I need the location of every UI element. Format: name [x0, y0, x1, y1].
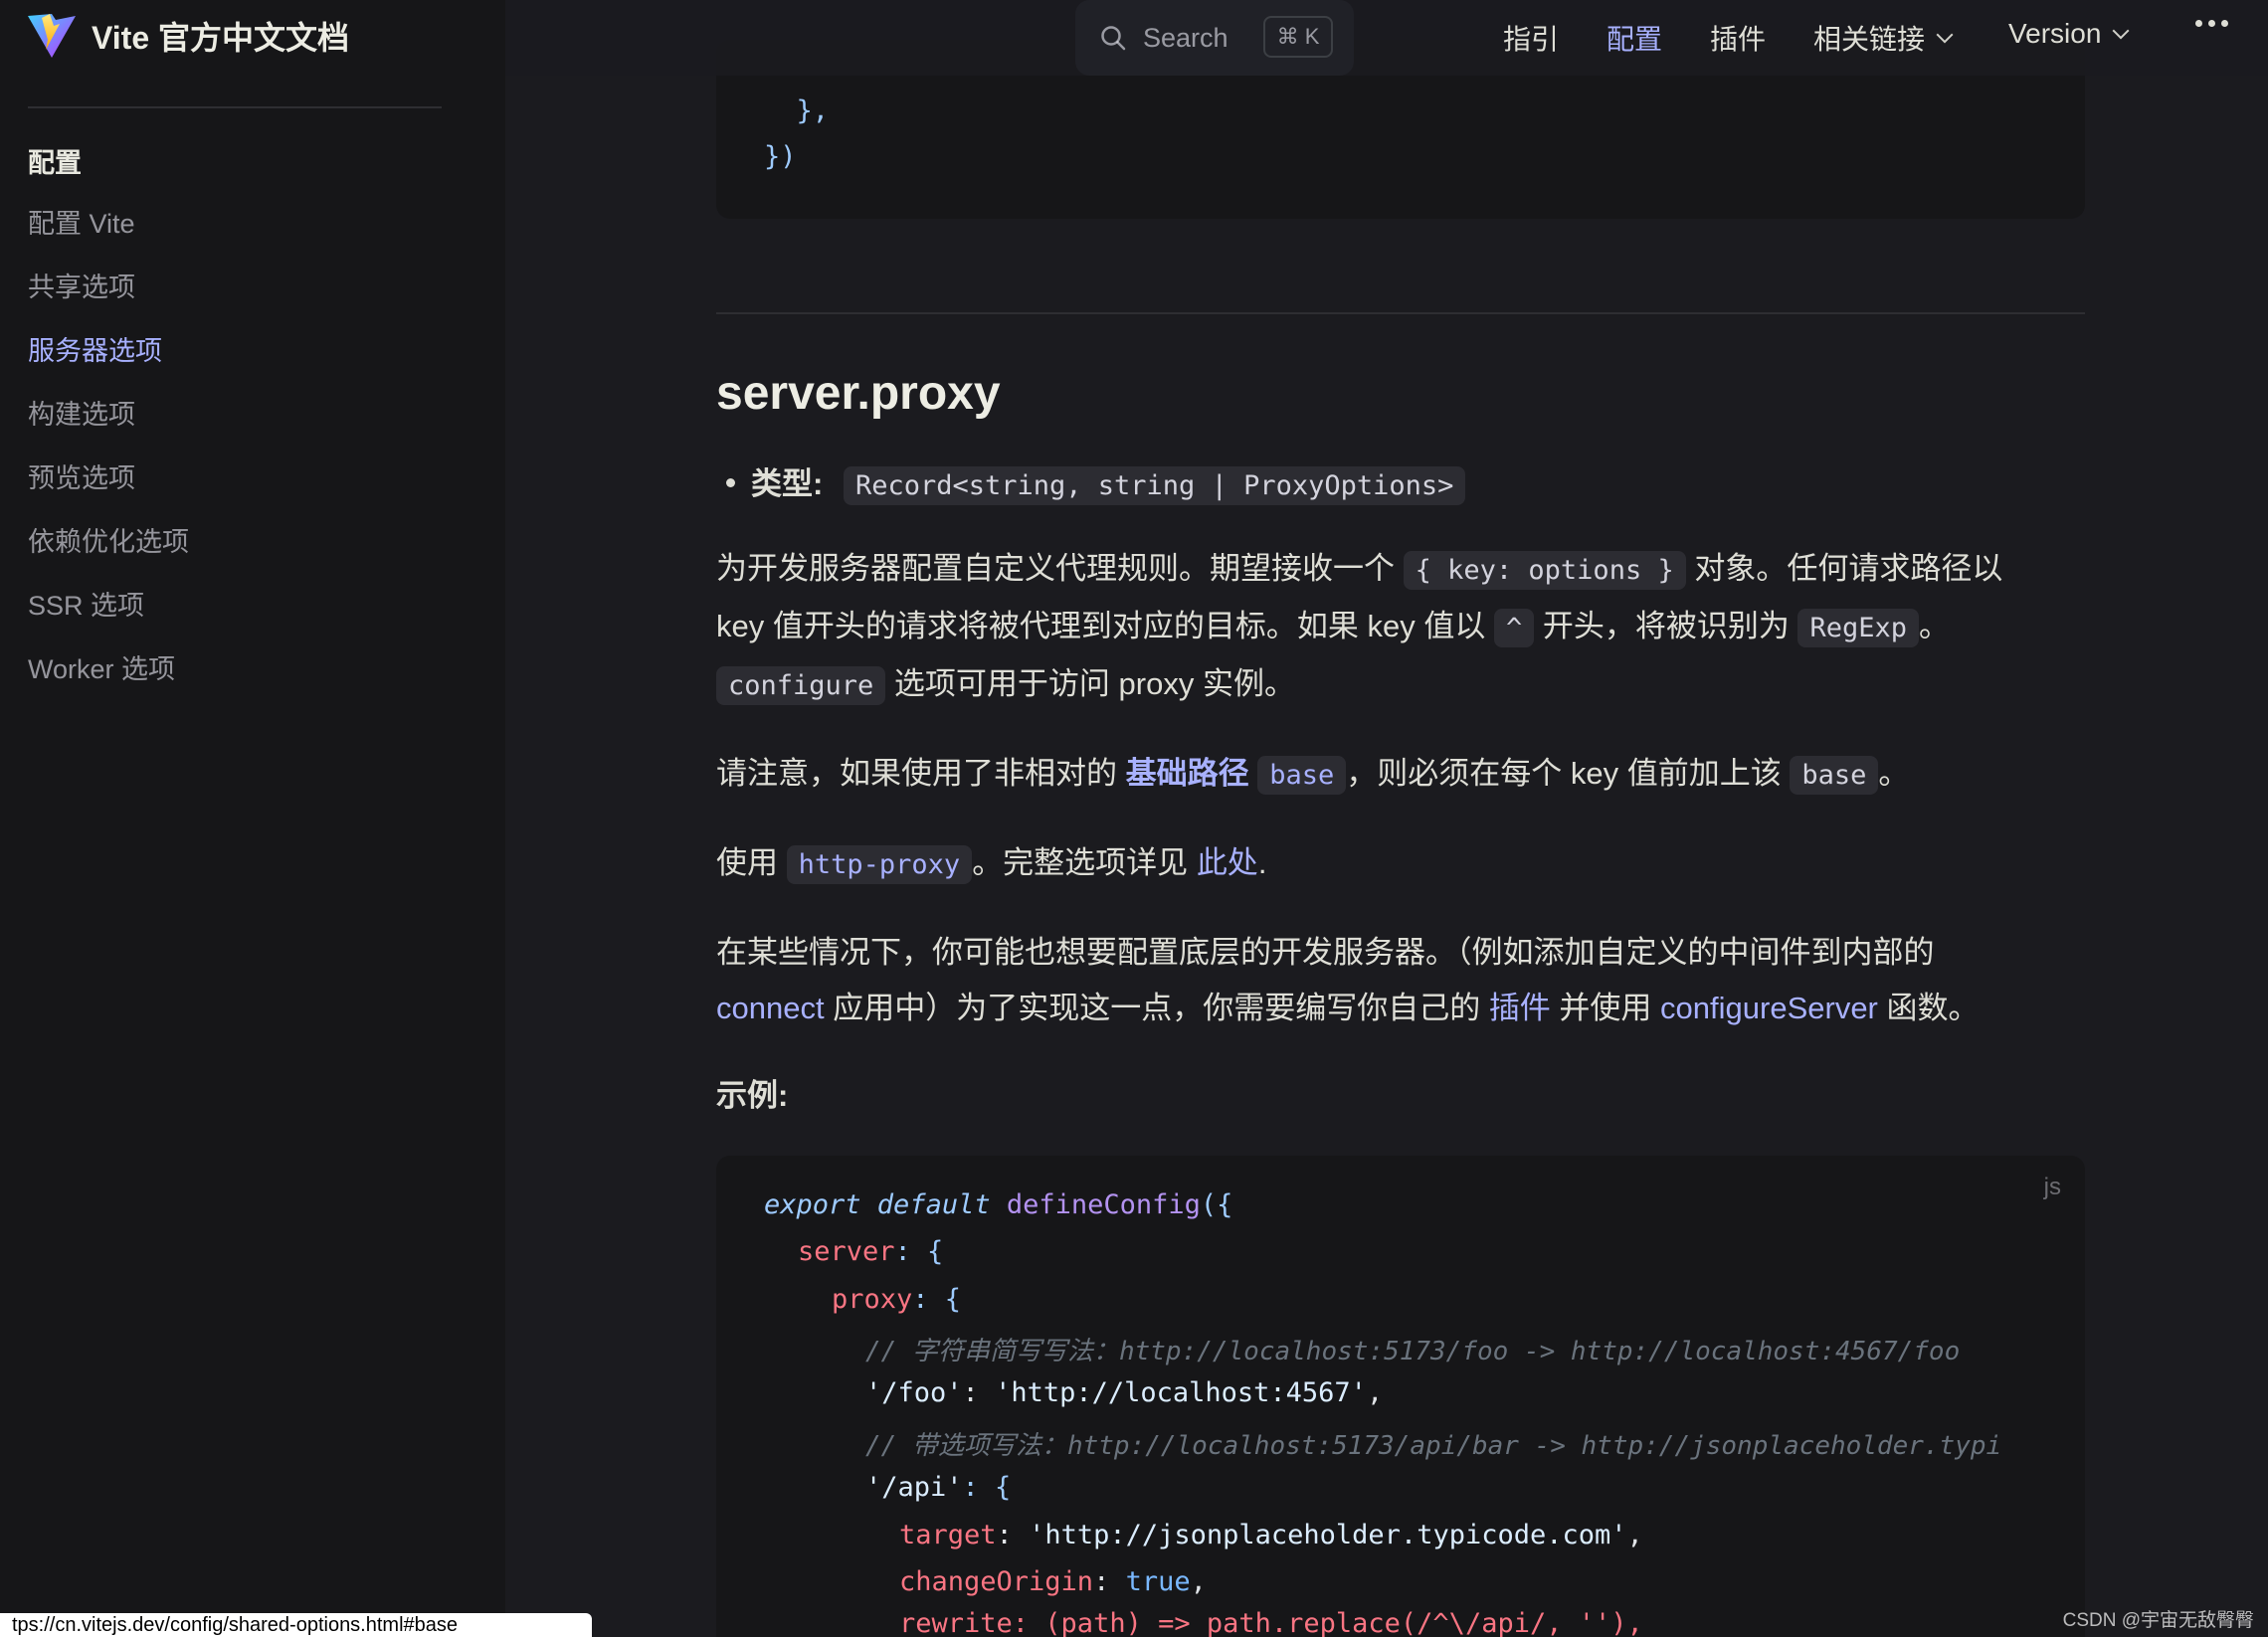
- code-line: changeOrigin: true,: [899, 1566, 1207, 1597]
- text-span: ，则必须在每个 key 值前加上该: [1346, 756, 1791, 791]
- sidebar: Vite 官方中文文档 配置 配置 Vite 共享选项 服务器选项 构建选项 预…: [0, 0, 505, 1637]
- watermark: CSDN @宇宙无敌臀臀: [2062, 1610, 2254, 1631]
- inline-code: { key: options }: [1403, 551, 1686, 590]
- plugin-link[interactable]: 插件: [1489, 991, 1551, 1025]
- text-span: 开头，将被识别为: [1534, 609, 1798, 643]
- code-line: '/foo': 'http://localhost:4567',: [865, 1377, 1384, 1408]
- sidebar-item-ssr-options[interactable]: SSR 选项: [28, 585, 189, 648]
- nav-related-links-label: 相关链接: [1813, 24, 1926, 55]
- status-bar-url: tps://cn.vitejs.dev/config/shared-option…: [0, 1613, 592, 1637]
- text-span: 。: [1918, 609, 1950, 643]
- nav-version-dropdown[interactable]: Version: [2008, 18, 2130, 50]
- search-shortcut-badge: ⌘ K: [1263, 16, 1333, 58]
- code-line: rewrite: (path) => path.replace(/^\/api/…: [899, 1608, 1643, 1637]
- code-line: proxy: {: [832, 1284, 962, 1315]
- paragraph-line: connect 应用中）为了实现这一点，你需要编写你自己的 插件 并使用 con…: [716, 980, 1980, 1037]
- top-nav-bar: Search ⌘ K 指引 配置 插件 相关链接 Version: [505, 0, 2268, 76]
- inline-code: configure: [716, 666, 886, 705]
- nav-related-links-dropdown[interactable]: 相关链接: [1813, 18, 1954, 58]
- chevron-down-icon: [2112, 22, 2130, 40]
- sidebar-divider: [28, 106, 442, 108]
- type-label: 类型:: [751, 466, 824, 501]
- inline-code: base: [1790, 756, 1879, 795]
- text-span: 。完整选项详见: [972, 845, 1197, 880]
- http-proxy-link[interactable]: http-proxy: [786, 845, 973, 884]
- sidebar-item-config-vite[interactable]: 配置 Vite: [28, 203, 189, 267]
- text-span: 应用中）为了实现这一点，你需要编写你自己的: [824, 991, 1489, 1025]
- inline-code: ^: [1493, 609, 1535, 647]
- site-title: Vite 官方中文文档: [92, 20, 350, 56]
- type-bullet: 类型: Record<string, string | ProxyOptions…: [716, 455, 1466, 515]
- search-label: Search: [1143, 22, 1228, 53]
- code-line: }): [764, 141, 797, 172]
- code-line: export default defineConfig({: [764, 1189, 1233, 1220]
- bullet-icon: [726, 478, 735, 488]
- text-span: 对象。任何请求路径以: [1685, 551, 2003, 586]
- sidebar-item-preview-options[interactable]: 预览选项: [28, 457, 189, 521]
- base-code-link[interactable]: base: [1257, 756, 1347, 795]
- code-line: server: {: [798, 1236, 944, 1267]
- sidebar-item-shared-options[interactable]: 共享选项: [28, 267, 189, 330]
- more-options-icon[interactable]: [2195, 20, 2228, 27]
- text-span: .: [1257, 845, 1267, 880]
- sidebar-nav: 配置 Vite 共享选项 服务器选项 构建选项 预览选项 依赖优化选项 SSR …: [28, 203, 189, 712]
- sidebar-item-server-options[interactable]: 服务器选项: [28, 330, 189, 394]
- configure-server-link[interactable]: configureServer: [1660, 991, 1878, 1025]
- nav-guide[interactable]: 指引: [1503, 18, 1559, 58]
- text-span: 。: [1878, 756, 1910, 791]
- chevron-down-icon: [1936, 26, 1954, 44]
- vite-logo-icon: [28, 14, 76, 58]
- code-comment: // 带选项写法：http://localhost:5173/api/bar -…: [865, 1431, 2002, 1461]
- base-path-link[interactable]: 基础路径: [1126, 756, 1249, 791]
- paragraph-line: configure 选项可用于访问 proxy 实例。: [716, 655, 1295, 715]
- code-language-label: js: [2043, 1174, 2061, 1200]
- connect-link[interactable]: connect: [716, 991, 825, 1025]
- search-icon: [1101, 26, 1126, 51]
- paragraph-line: 在某些情况下，你可能也想要配置底层的开发服务器。（例如添加自定义的中间件到内部的: [716, 935, 1935, 970]
- text-span: 函数。: [1877, 991, 1980, 1025]
- section-divider: [716, 312, 2085, 314]
- paragraph-line: 为开发服务器配置自定义代理规则。期望接收一个 { key: options } …: [716, 540, 2002, 600]
- type-value-code: Record<string, string | ProxyOptions>: [843, 466, 1466, 505]
- inline-code: RegExp: [1797, 609, 1919, 647]
- paragraph-line: key 值开头的请求将被代理到对应的目标。如果 key 值以 ^ 开头，将被识别…: [716, 598, 1950, 657]
- sidebar-item-dep-optimization-options[interactable]: 依赖优化选项: [28, 521, 189, 585]
- nav-version-label: Version: [2008, 18, 2102, 49]
- paragraph: 请注意，如果使用了非相对的 基础路径 base ，则必须在每个 key 值前加上该…: [716, 745, 1909, 805]
- code-comment: // 字符串简写写法：http://localhost:5173/foo -> …: [865, 1337, 1961, 1366]
- here-link[interactable]: 此处: [1197, 845, 1258, 880]
- example-label: 示例:: [716, 1078, 789, 1113]
- sidebar-item-build-options[interactable]: 构建选项: [28, 394, 189, 457]
- text-span: 为开发服务器配置自定义代理规则。期望接收一个: [716, 551, 1404, 586]
- text-span: 选项可用于访问 proxy 实例。: [885, 666, 1295, 701]
- text-span: 使用: [716, 845, 787, 880]
- text-span: key 值开头的请求将被代理到对应的目标。如果 key 值以: [716, 609, 1494, 643]
- sidebar-group-title: 配置: [28, 148, 82, 178]
- text-span: 并使用: [1550, 991, 1661, 1025]
- example-code-block[interactable]: js export default defineConfig({ server:…: [716, 1156, 2085, 1637]
- code-line: '/api': {: [865, 1472, 1012, 1503]
- sidebar-item-worker-options[interactable]: Worker 选项: [28, 648, 189, 712]
- code-line: },: [764, 95, 830, 126]
- nav-config[interactable]: 配置: [1606, 18, 1662, 58]
- nav-plugins[interactable]: 插件: [1710, 18, 1766, 58]
- paragraph: 使用 http-proxy 。完整选项详见 此处.: [716, 834, 1266, 894]
- section-heading: server.proxy: [716, 367, 1001, 420]
- site-logo-link[interactable]: Vite 官方中文文档: [26, 10, 349, 62]
- text-span: 请注意，如果使用了非相对的: [716, 756, 1126, 791]
- code-line: target: 'http://jsonplaceholder.typicode…: [899, 1520, 1643, 1550]
